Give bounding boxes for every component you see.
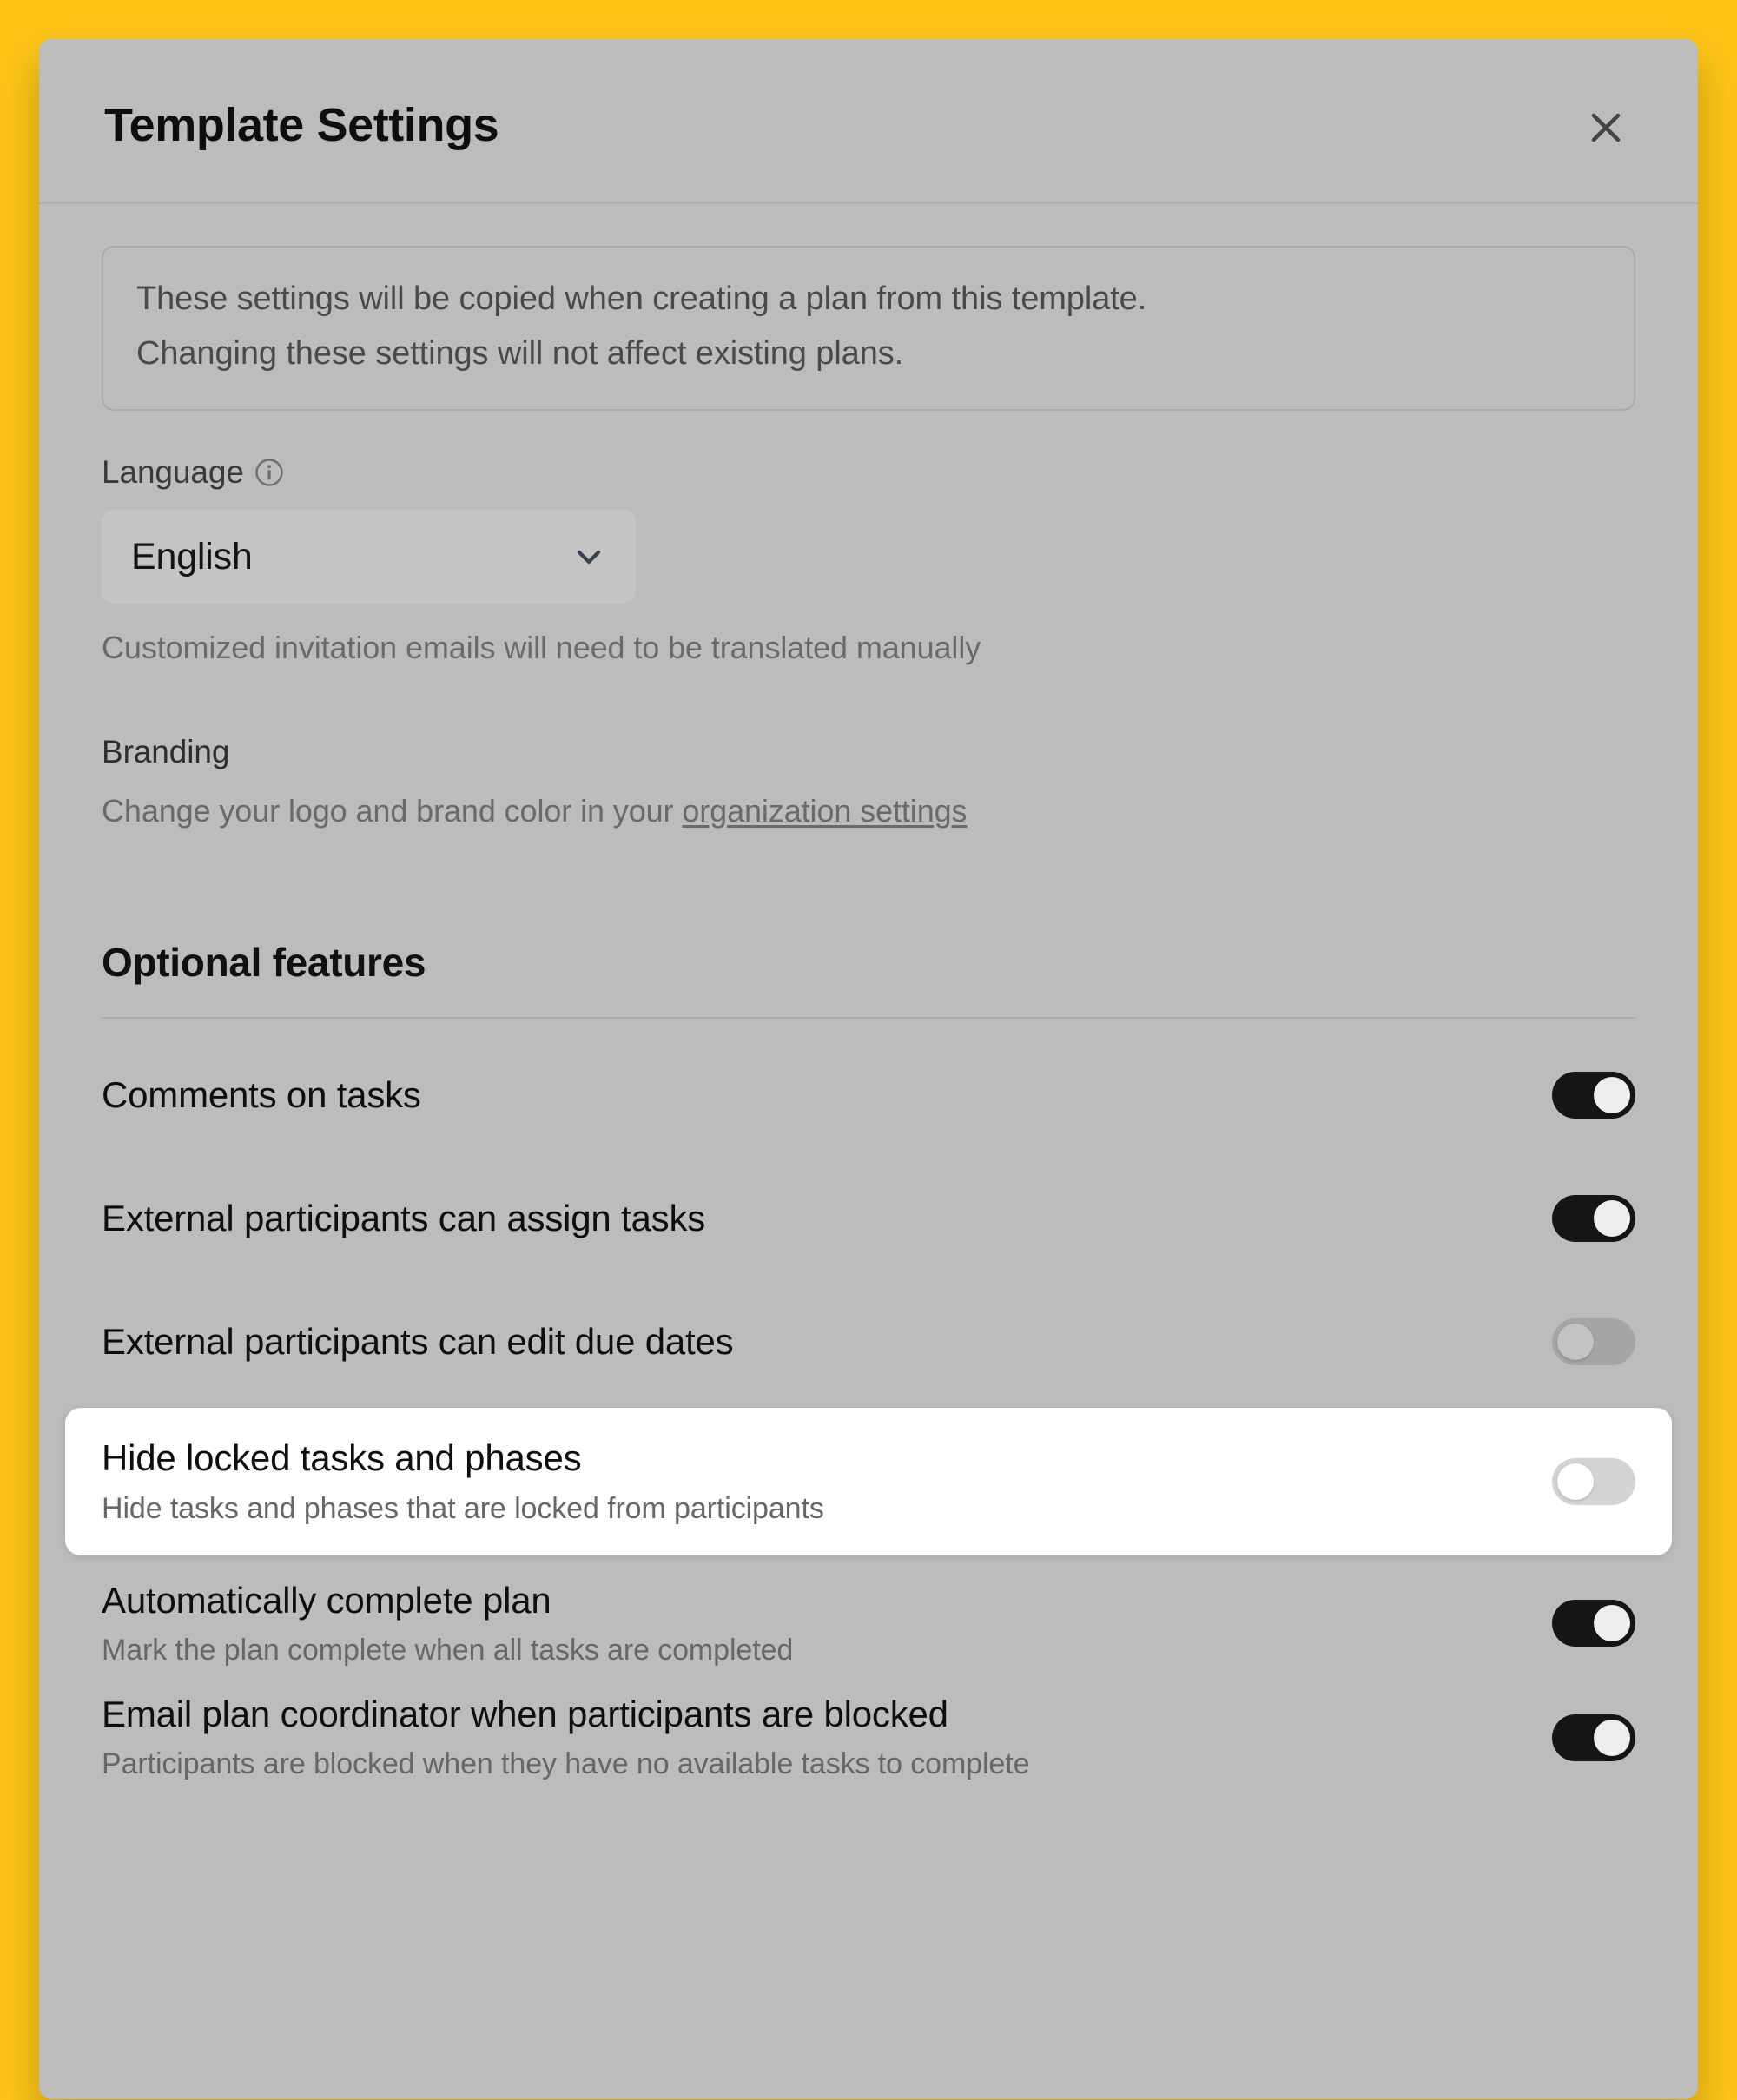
chevron-down-icon — [571, 539, 606, 574]
feature-texts: Email plan coordinator when participants… — [102, 1694, 1030, 1781]
branding-description: Change your logo and brand color in your… — [102, 793, 1635, 829]
close-icon — [1588, 109, 1624, 146]
feature-row[interactable]: External participants can assign tasks — [102, 1177, 1635, 1260]
feature-toggle[interactable] — [1552, 1195, 1635, 1243]
feature-title: External participants can edit due dates — [102, 1321, 734, 1363]
feature-row[interactable]: Email plan coordinator when participants… — [102, 1694, 1635, 1781]
toggle-knob — [1557, 1463, 1594, 1500]
branding-label: Branding — [102, 734, 230, 770]
toggle-knob — [1594, 1077, 1630, 1114]
toggle-knob — [1594, 1719, 1630, 1756]
notice-line-2: Changing these settings will not affect … — [136, 335, 904, 373]
language-section: Language English Customized invitation e… — [102, 454, 1635, 666]
template-settings-modal: Template Settings These settings will be… — [39, 39, 1698, 2099]
info-circle-icon[interactable] — [254, 458, 284, 487]
feature-toggle[interactable] — [1552, 1714, 1635, 1761]
language-select-value: English — [131, 535, 253, 578]
feature-title: Hide locked tasks and phases — [102, 1437, 582, 1479]
feature-toggle[interactable] — [1552, 1072, 1635, 1119]
language-label-row: Language — [102, 454, 1635, 491]
branding-description-text: Change your logo and brand color in your — [102, 793, 683, 829]
optional-features-section: Optional features Comments on tasks Exter… — [65, 939, 1672, 1781]
feature-texts: External participants can edit due dates — [102, 1321, 734, 1363]
modal-body: These settings will be copied when creat… — [39, 246, 1698, 1781]
feature-toggle[interactable] — [1552, 1457, 1635, 1505]
feature-texts: Comments on tasks — [102, 1074, 421, 1116]
feature-toggle[interactable] — [1552, 1318, 1635, 1366]
feature-toggle[interactable] — [1552, 1600, 1635, 1648]
feature-title: External participants can assign tasks — [102, 1198, 706, 1239]
feature-description: Participants are blocked when they have … — [102, 1747, 1030, 1781]
feature-description: Mark the plan complete when all tasks ar… — [102, 1633, 794, 1667]
feature-title: Automatically complete plan — [102, 1579, 551, 1621]
feature-row[interactable]: Hide locked tasks and phases Hide tasks a… — [65, 1408, 1672, 1555]
feature-texts: Automatically complete plan Mark the plan… — [102, 1580, 793, 1667]
settings-notice: These settings will be copied when creat… — [102, 246, 1635, 412]
language-select[interactable]: English — [102, 510, 636, 604]
toggle-knob — [1557, 1324, 1594, 1361]
feature-row[interactable]: Automatically complete plan Mark the plan… — [102, 1580, 1635, 1667]
toggle-knob — [1594, 1605, 1630, 1642]
toggle-knob — [1594, 1200, 1630, 1238]
branding-section: Branding Change your logo and brand colo… — [102, 734, 1635, 829]
organization-settings-link[interactable]: organization settings — [682, 793, 967, 829]
language-hint: Customized invitation emails will need t… — [102, 630, 981, 666]
page-title: Template Settings — [104, 99, 499, 151]
feature-texts: Hide locked tasks and phases Hide tasks a… — [102, 1437, 824, 1525]
feature-description: Hide tasks and phases that are locked fr… — [102, 1491, 824, 1525]
feature-title: Email plan coordinator when participants… — [102, 1694, 948, 1734]
notice-line-1: These settings will be copied when creat… — [136, 281, 1147, 317]
feature-texts: External participants can assign tasks — [102, 1198, 705, 1239]
feature-row[interactable]: Comments on tasks — [102, 1053, 1635, 1137]
section-divider — [102, 1017, 1635, 1020]
language-label: Language — [102, 454, 244, 491]
optional-features-heading: Optional features — [102, 940, 426, 986]
close-button[interactable] — [1582, 103, 1630, 152]
feature-row[interactable]: External participants can edit due dates — [102, 1300, 1635, 1383]
feature-toggle-list: Comments on tasks External participants c… — [65, 1053, 1672, 1781]
feature-title: Comments on tasks — [102, 1074, 421, 1116]
modal-header: Template Settings — [39, 39, 1698, 204]
